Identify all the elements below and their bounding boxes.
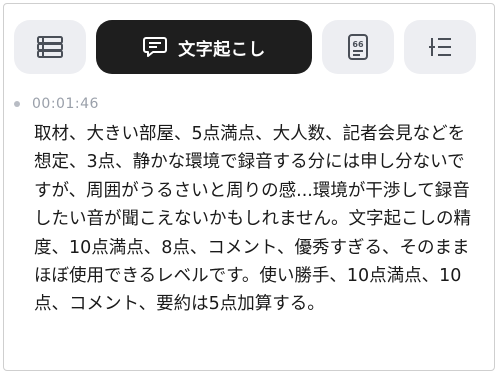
tab-transcription-label: 文字起こし xyxy=(178,39,266,60)
list-icon xyxy=(35,34,65,60)
list-view-button[interactable] xyxy=(14,20,86,74)
speech-bubble-icon xyxy=(142,35,168,59)
outline-icon xyxy=(426,34,454,60)
svg-text:66: 66 xyxy=(352,40,364,49)
summary-view-button[interactable]: 66 xyxy=(322,20,394,74)
transcript-panel: 文字起こし 66 00:01:46 取材、大きい部屋、5点満点、大人数、記者会見… xyxy=(3,3,495,371)
timestamp: 00:01:46 xyxy=(32,96,99,112)
timestamp-dot xyxy=(14,101,20,107)
outline-view-button[interactable] xyxy=(404,20,476,74)
summary-icon: 66 xyxy=(346,33,370,61)
tab-transcription[interactable]: 文字起こし xyxy=(96,20,312,74)
timestamp-row: 00:01:46 xyxy=(14,96,99,112)
view-toolbar: 文字起こし 66 xyxy=(14,20,494,74)
transcript-text: 取材、大きい部屋、5点満点、大人数、記者会見などを想定、3点、静かな環境で録音す… xyxy=(34,124,471,315)
